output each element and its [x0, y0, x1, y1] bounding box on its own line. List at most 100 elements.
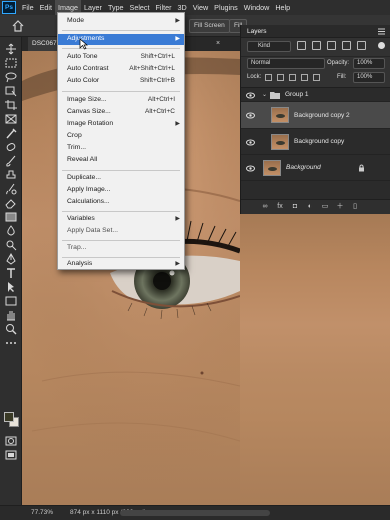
menu-item-canvas-size[interactable]: Canvas Size... Alt+Ctrl+C: [58, 107, 184, 118]
layer-row-group-1[interactable]: ⌄ Group 1: [241, 88, 390, 102]
lasso-tool-icon[interactable]: [4, 71, 18, 83]
menu-item-crop[interactable]: Crop: [58, 131, 184, 142]
layer-row-background[interactable]: Background: [241, 155, 390, 181]
document-tab[interactable]: DSC067: [28, 37, 61, 51]
new-group-icon[interactable]: ▭: [321, 203, 329, 211]
fill-screen-button[interactable]: Fill Screen: [189, 19, 230, 33]
shape-filter-icon[interactable]: [342, 41, 351, 50]
menu-plugins[interactable]: Plugins: [211, 0, 241, 15]
history-brush-tool-icon[interactable]: [4, 183, 18, 195]
fx-icon[interactable]: fx: [276, 203, 284, 211]
new-layer-icon[interactable]: ＋: [336, 203, 344, 211]
menu-item-variables[interactable]: Variables ▶: [58, 214, 184, 225]
menu-item-auto-tone[interactable]: Auto Tone Shift+Ctrl+L: [58, 52, 184, 63]
layers-panel-title[interactable]: Layers: [247, 28, 267, 35]
visibility-eye-icon[interactable]: [246, 92, 255, 99]
blur-tool-icon[interactable]: [4, 225, 18, 237]
dodge-tool-icon[interactable]: [4, 239, 18, 251]
menu-item-auto-contrast[interactable]: Auto Contrast Alt+Shift+Ctrl+L: [58, 64, 184, 75]
menu-item-mode[interactable]: Mode ▶: [58, 16, 184, 27]
layer-row-background-copy[interactable]: Background copy: [241, 129, 390, 155]
group-expand-chevron-icon[interactable]: ⌄: [262, 91, 267, 98]
menu-window[interactable]: Window: [241, 0, 273, 15]
gradient-tool-icon[interactable]: [4, 211, 18, 223]
screen-mode-icon[interactable]: [4, 449, 18, 461]
visibility-eye-icon[interactable]: [246, 139, 255, 146]
link-layers-icon[interactable]: ∞: [261, 203, 269, 211]
menu-edit[interactable]: Edit: [37, 0, 55, 15]
visibility-eye-icon[interactable]: [246, 165, 255, 172]
lock-position-icon[interactable]: [289, 74, 296, 81]
lock-image-icon[interactable]: [277, 74, 284, 81]
layer-name[interactable]: Background copy: [294, 138, 344, 145]
horizontal-scrollbar[interactable]: [120, 510, 270, 516]
panel-menu-icon[interactable]: [378, 28, 385, 35]
menu-item-analysis[interactable]: Analysis ▶: [58, 259, 184, 270]
adjustment-layer-icon[interactable]: ◐: [306, 203, 314, 211]
pen-tool-icon[interactable]: [4, 252, 18, 265]
tab-close-icon[interactable]: ×: [216, 37, 220, 51]
object-select-tool-icon[interactable]: [4, 85, 18, 97]
brush-tool-icon[interactable]: [4, 155, 18, 167]
menu-item-trim[interactable]: Trim...: [58, 143, 184, 154]
layer-row-background-copy-2[interactable]: Background copy 2: [241, 102, 390, 129]
foreground-color-swatch[interactable]: [4, 412, 14, 422]
lock-all-icon[interactable]: [313, 74, 320, 81]
lock-transparent-icon[interactable]: [265, 74, 272, 81]
photoshop-logo[interactable]: Ps: [2, 1, 16, 14]
add-mask-icon[interactable]: ◘: [291, 203, 299, 211]
blend-row: Normal Opacity: 100%: [241, 56, 390, 70]
menu-separator: [62, 211, 180, 212]
menu-item-calculations[interactable]: Calculations...: [58, 197, 184, 208]
opacity-field[interactable]: 100%: [353, 58, 385, 69]
menu-item-label: Analysis: [67, 260, 93, 267]
menu-item-adjustments[interactable]: Adjustments ▶: [58, 34, 184, 45]
menu-item-trap[interactable]: Trap...: [58, 243, 184, 254]
eyedropper-tool-icon[interactable]: [4, 127, 18, 139]
path-selection-tool-icon[interactable]: [4, 281, 18, 293]
layer-name[interactable]: Background: [286, 164, 321, 171]
layer-name[interactable]: Background copy 2: [294, 112, 350, 119]
home-icon[interactable]: [11, 19, 25, 33]
menu-view[interactable]: View: [190, 0, 211, 15]
quick-mask-icon[interactable]: [4, 435, 18, 447]
blend-mode-select[interactable]: Normal: [247, 58, 325, 69]
menu-file[interactable]: File: [19, 0, 37, 15]
menu-item-apply-data-set[interactable]: Apply Data Set...: [58, 226, 184, 237]
zoom-tool-icon[interactable]: [4, 323, 18, 335]
menu-item-duplicate[interactable]: Duplicate...: [58, 173, 184, 184]
type-filter-icon[interactable]: [327, 41, 336, 50]
fill-field[interactable]: 100%: [353, 72, 385, 83]
kind-filter-select[interactable]: Kind: [247, 41, 291, 52]
move-tool-icon[interactable]: [4, 43, 18, 55]
hand-tool-icon[interactable]: [4, 309, 18, 321]
pixel-filter-icon[interactable]: [297, 41, 306, 50]
frame-tool-icon[interactable]: [4, 113, 18, 125]
zoom-level[interactable]: 77.73%: [31, 509, 53, 516]
delete-layer-icon[interactable]: ▯: [351, 203, 359, 211]
crop-tool-icon[interactable]: [4, 99, 18, 111]
healing-brush-tool-icon[interactable]: [4, 141, 18, 153]
adjustment-filter-icon[interactable]: [312, 41, 321, 50]
more-tools-icon[interactable]: [4, 337, 18, 349]
menu-help[interactable]: Help: [272, 0, 293, 15]
layer-lock-icon[interactable]: [358, 164, 365, 172]
layers-panel-header: Layers: [241, 25, 390, 38]
menu-item-reveal-all[interactable]: Reveal All: [58, 155, 184, 166]
menu-item-apply-image[interactable]: Apply Image...: [58, 185, 184, 196]
menu-item-image-size[interactable]: Image Size... Alt+Ctrl+I: [58, 95, 184, 106]
menu-item-image-rotation[interactable]: Image Rotation ▶: [58, 119, 184, 130]
menu-item-auto-color[interactable]: Auto Color Shift+Ctrl+B: [58, 76, 184, 87]
type-tool-icon[interactable]: [4, 267, 18, 279]
layer-name[interactable]: Group 1: [285, 91, 309, 98]
eraser-tool-icon[interactable]: [4, 197, 18, 209]
visibility-eye-icon[interactable]: [246, 112, 255, 119]
filter-toggle-icon[interactable]: [378, 42, 385, 49]
clone-stamp-tool-icon[interactable]: [4, 169, 18, 181]
menu-item-shortcut: Shift+Ctrl+L: [140, 53, 175, 60]
smart-object-filter-icon[interactable]: [357, 41, 366, 50]
lock-artboard-icon[interactable]: [301, 74, 308, 81]
canvas-right-area[interactable]: [240, 214, 390, 505]
rectangle-tool-icon[interactable]: [4, 295, 18, 307]
marquee-tool-icon[interactable]: [4, 57, 18, 69]
